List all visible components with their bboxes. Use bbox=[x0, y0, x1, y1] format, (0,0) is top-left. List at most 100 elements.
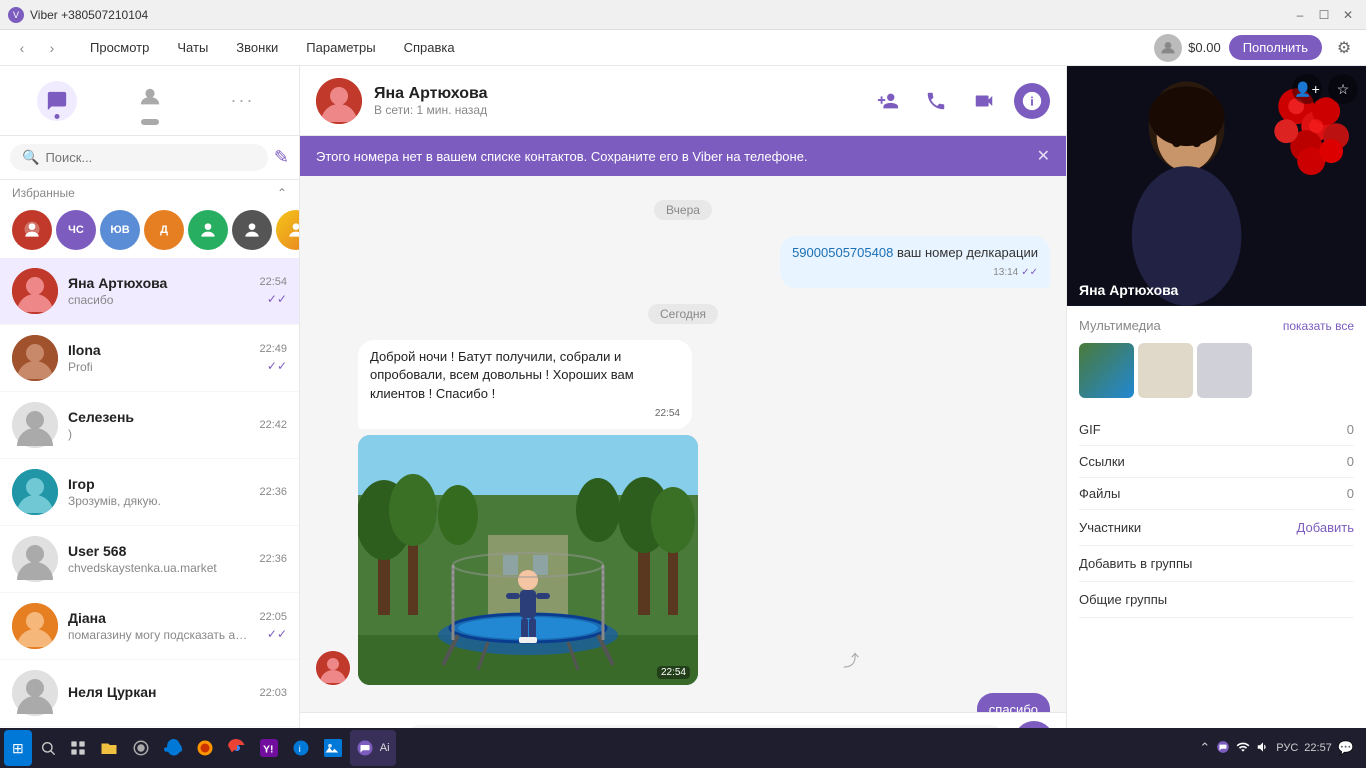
message-text-2: Доброй ночи ! Батут получили, собрали и … bbox=[370, 349, 634, 400]
sidebar-icons: ··· bbox=[0, 66, 299, 136]
chat-item-ilona[interactable]: Ilona Profi 22:49 ✓✓ bbox=[0, 325, 299, 392]
media-label: Мультимедиа bbox=[1079, 318, 1161, 333]
contacts-icon-button[interactable] bbox=[130, 77, 170, 117]
forward-button[interactable]: › bbox=[38, 34, 66, 62]
taskbar-viber[interactable]: Ai bbox=[350, 730, 396, 766]
chat-header-actions bbox=[870, 83, 1050, 119]
menu-settings[interactable]: Параметры bbox=[294, 36, 387, 59]
links-stat-row: Ссылки 0 bbox=[1079, 446, 1354, 478]
fav-label-3: Д bbox=[160, 224, 168, 236]
refill-button[interactable]: Пополнить bbox=[1229, 35, 1322, 60]
banner-close-button[interactable]: ✕ bbox=[1037, 146, 1050, 166]
taskbar-explorer[interactable] bbox=[94, 730, 124, 766]
favorites-collapse-icon[interactable]: ⌃ bbox=[277, 186, 287, 200]
message-row-3: спасибо 22:54 ✓✓ bbox=[316, 693, 1050, 712]
menu-calls[interactable]: Звонки bbox=[224, 36, 290, 59]
fav-avatar-6[interactable] bbox=[276, 210, 299, 250]
maximize-button[interactable]: ☐ bbox=[1314, 5, 1334, 25]
tray-chevron[interactable]: ⌃ bbox=[1199, 740, 1210, 756]
notification-icon[interactable]: 💬 bbox=[1338, 740, 1354, 756]
chat-name-nelya: Неля Цуркан bbox=[68, 684, 249, 700]
chat-item-user568[interactable]: User 568 chvedskaystenka.ua.market 22:36 bbox=[0, 526, 299, 593]
participants-row[interactable]: Участники Добавить bbox=[1079, 510, 1354, 546]
menu-view[interactable]: Просмотр bbox=[78, 36, 161, 59]
chat-name-user568: User 568 bbox=[68, 543, 249, 559]
svg-text:i: i bbox=[298, 744, 300, 754]
search-input-wrapper[interactable]: 🔍 bbox=[10, 144, 268, 171]
taskbar-edge[interactable] bbox=[158, 730, 188, 766]
search-input[interactable] bbox=[45, 150, 255, 165]
show-all-link[interactable]: показать все bbox=[1283, 319, 1354, 333]
add-to-contacts-panel-button[interactable]: 👤+ bbox=[1292, 74, 1322, 104]
taskbar-search[interactable] bbox=[34, 730, 62, 766]
settings-button[interactable]: ⚙ bbox=[1330, 34, 1358, 62]
taskbar-task-view[interactable] bbox=[64, 730, 92, 766]
fav-avatar-3[interactable]: Д bbox=[144, 210, 184, 250]
media-thumb-1[interactable] bbox=[1079, 343, 1134, 398]
common-groups-label: Общие группы bbox=[1079, 592, 1167, 607]
taskbar-firefox[interactable] bbox=[190, 730, 220, 766]
title-bar-controls[interactable]: – ☐ ✕ bbox=[1290, 5, 1358, 25]
taskbar-chrome[interactable] bbox=[222, 730, 252, 766]
chat-item-igor[interactable]: Iгор Зрозумів, дякую. 22:36 bbox=[0, 459, 299, 526]
favorite-panel-button[interactable]: ☆ bbox=[1328, 74, 1358, 104]
chats-icon-button[interactable] bbox=[37, 81, 77, 121]
chat-item-yana[interactable]: Яна Артюхова спасибо 22:54 ✓✓ bbox=[0, 258, 299, 325]
media-section: Мультимедиа показать все bbox=[1079, 318, 1354, 398]
fav-avatar-4[interactable] bbox=[188, 210, 228, 250]
share-icon[interactable]: ⤴ bbox=[843, 647, 859, 671]
chat-header-info: Яна Артюхова В сети: 1 мин. назад bbox=[374, 85, 858, 117]
chat-item-selezen[interactable]: Селезень ) 22:42 bbox=[0, 392, 299, 459]
menu-help[interactable]: Справка bbox=[392, 36, 467, 59]
message-link-text: 59000505705408 bbox=[792, 245, 893, 260]
fav-avatar-0[interactable] bbox=[12, 210, 52, 250]
taskbar-cortana[interactable] bbox=[126, 730, 156, 766]
chat-meta-igor: 22:36 bbox=[259, 486, 287, 498]
chat-time-nelya: 22:03 bbox=[259, 687, 287, 699]
compose-button[interactable]: ✎ bbox=[274, 147, 289, 168]
chat-header-name: Яна Артюхова bbox=[374, 85, 858, 103]
chat-meta-selezen: 22:42 bbox=[259, 419, 287, 431]
panel-photo-actions: 👤+ ☆ bbox=[1292, 74, 1358, 104]
media-thumb-img-1 bbox=[1079, 343, 1134, 398]
video-call-button[interactable] bbox=[966, 83, 1002, 119]
common-groups-row[interactable]: Общие группы bbox=[1079, 582, 1354, 618]
add-to-group-row[interactable]: Добавить в группы bbox=[1079, 546, 1354, 582]
chat-check-diana: ✓✓ bbox=[267, 627, 287, 641]
voice-call-button[interactable] bbox=[918, 83, 954, 119]
taskbar-info[interactable]: i bbox=[286, 730, 316, 766]
image-message[interactable]: 22:54 bbox=[358, 435, 698, 685]
media-thumb-3[interactable] bbox=[1197, 343, 1252, 398]
media-thumb-2[interactable] bbox=[1138, 343, 1193, 398]
start-icon: ⊞ bbox=[12, 740, 24, 757]
nav-controls[interactable]: ‹ › bbox=[8, 34, 66, 62]
chat-meta-nelya: 22:03 bbox=[259, 687, 287, 699]
system-tray: ⌃ РУС 22:57 💬 bbox=[1191, 740, 1362, 757]
banner-text: Этого номера нет в вашем списке контакто… bbox=[316, 149, 808, 164]
fav-avatar-2[interactable]: ЮВ bbox=[100, 210, 140, 250]
more-options-button[interactable]: ··· bbox=[223, 81, 263, 121]
window-title: Viber +380507210104 bbox=[30, 8, 148, 22]
viber-logo: V bbox=[8, 7, 24, 23]
chat-preview-igor: Зрозумів, дякую. bbox=[68, 494, 249, 508]
minimize-button[interactable]: – bbox=[1290, 5, 1310, 25]
active-dot bbox=[54, 114, 59, 119]
volume-icon[interactable] bbox=[1256, 740, 1270, 757]
close-button[interactable]: ✕ bbox=[1338, 5, 1358, 25]
network-icon[interactable] bbox=[1236, 740, 1250, 757]
add-contact-button[interactable] bbox=[870, 83, 906, 119]
language-indicator: РУС bbox=[1276, 742, 1298, 754]
add-participant-link[interactable]: Добавить bbox=[1297, 520, 1354, 535]
fav-avatar-5[interactable] bbox=[232, 210, 272, 250]
message-bubble-1: 59000505705408 ваш номер делкарации 13:1… bbox=[780, 236, 1050, 288]
taskbar-photos[interactable] bbox=[318, 730, 348, 766]
fav-avatar-1[interactable]: ЧС bbox=[56, 210, 96, 250]
chat-item-nelya[interactable]: Неля Цуркан 22:03 bbox=[0, 660, 299, 727]
menu-chats[interactable]: Чаты bbox=[165, 36, 220, 59]
chat-item-diana[interactable]: Діана помагазину могу подсказать а это г… bbox=[0, 593, 299, 660]
viber-tray-icon[interactable] bbox=[1216, 740, 1230, 757]
info-button[interactable] bbox=[1014, 83, 1050, 119]
taskbar-yahoo[interactable]: Y! bbox=[254, 730, 284, 766]
back-button[interactable]: ‹ bbox=[8, 34, 36, 62]
start-button[interactable]: ⊞ bbox=[4, 730, 32, 766]
